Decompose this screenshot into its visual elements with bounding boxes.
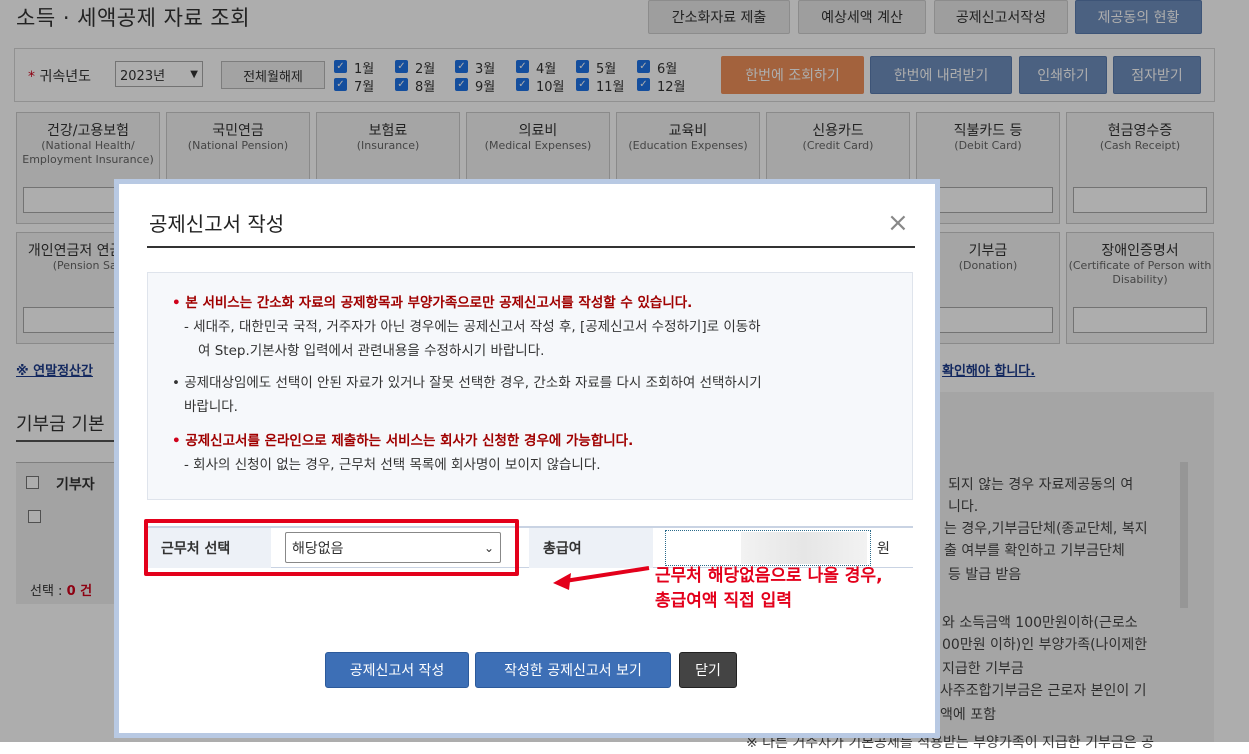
highlight-frame <box>144 519 519 576</box>
write-form-button[interactable]: 공제신고서 작성 <box>325 652 469 688</box>
notice-3-head: 공제신고서를 온라인으로 제출하는 서비스는 회사가 신청한 경우에 가능합니다… <box>185 433 634 449</box>
title-divider <box>147 246 915 248</box>
deduction-form-modal: 공제신고서 작성 × • 본 서비스는 간소화 자료의 공제항목과 부양가족으로… <box>114 179 940 738</box>
notice-3: • 공제신고서를 온라인으로 제출하는 서비스는 회사가 신청한 경우에 가능합… <box>172 429 902 477</box>
masked-salary <box>741 532 867 564</box>
view-form-button[interactable]: 작성한 공제신고서 보기 <box>475 652 671 688</box>
modal-title: 공제신고서 작성 <box>149 212 285 236</box>
notice-1-line: 여 Step.기본사항 입력에서 관련내용을 수정하시기 바랍니다. <box>198 343 545 359</box>
annotation-line-2: 총급여액 직접 입력 <box>655 591 792 611</box>
salary-unit: 원 <box>877 541 890 557</box>
annotation-arrow-icon <box>553 566 650 590</box>
notice-1-line: - 세대주, 대한민국 국적, 거주자가 아닌 경우에는 공제신고서 작성 후,… <box>184 319 761 335</box>
notice-box: • 본 서비스는 간소화 자료의 공제항목과 부양가족으로만 공제신고서를 작성… <box>147 272 913 500</box>
close-icon[interactable]: × <box>887 210 909 236</box>
close-button[interactable]: 닫기 <box>679 652 737 688</box>
notice-1-head: 본 서비스는 간소화 자료의 공제항목과 부양가족으로만 공제신고서를 작성할 … <box>185 295 693 311</box>
notice-2-line: 바랍니다. <box>184 399 238 415</box>
notice-2-head: 공제대상임에도 선택이 안된 자료가 있거나 잘못 선택한 경우, 간소화 자료… <box>184 375 762 391</box>
salary-label: 총급여 <box>529 528 653 568</box>
notice-2: • 공제대상임에도 선택이 안된 자료가 있거나 잘못 선택한 경우, 간소화 … <box>172 371 902 419</box>
notice-3-line: - 회사의 신청이 없는 경우, 근무처 선택 목록에 회사명이 보이지 않습니… <box>184 457 601 473</box>
annotation-line-1: 근무처 해당없음으로 나올 경우, <box>655 566 883 586</box>
notice-1: • 본 서비스는 간소화 자료의 공제항목과 부양가족으로만 공제신고서를 작성… <box>172 291 902 363</box>
